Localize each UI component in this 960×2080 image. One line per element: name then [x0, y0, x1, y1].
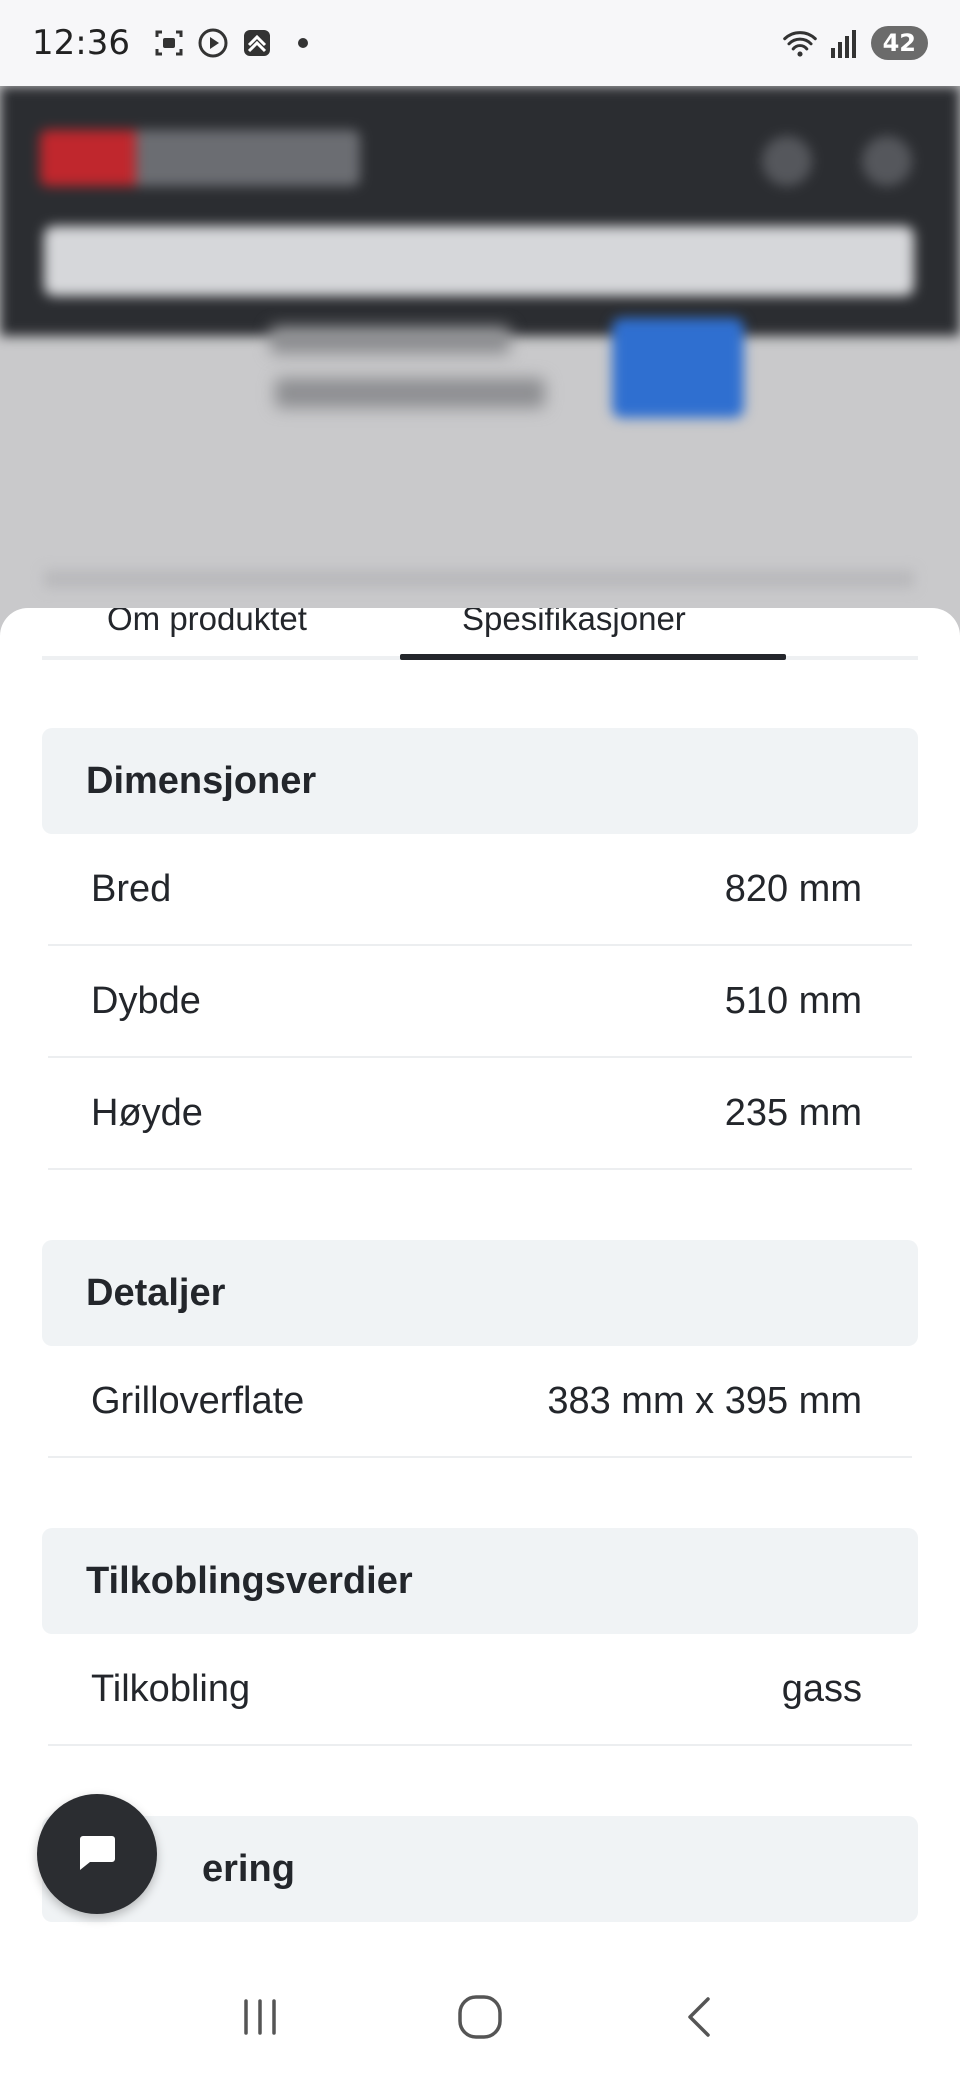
spec-label: Høyde	[91, 1091, 203, 1134]
background-text	[275, 378, 545, 408]
media-icon	[196, 26, 230, 60]
background-button	[612, 318, 744, 418]
wifi-icon	[782, 26, 817, 60]
screenshot-icon	[152, 26, 186, 60]
section-header-detaljer[interactable]: Detaljer	[42, 1240, 918, 1346]
store-logo	[40, 130, 360, 186]
product-tabs: Om produktet Spesifikasjoner	[42, 608, 918, 664]
section-header-partial[interactable]: ering	[42, 1816, 918, 1922]
chat-bubble-icon	[73, 1828, 121, 1881]
battery-indicator: 42	[870, 26, 928, 60]
system-nav-bar	[0, 1953, 960, 2080]
signal-icon	[827, 26, 861, 60]
notification-dot	[297, 38, 308, 48]
spec-value: gass	[781, 1667, 862, 1710]
status-time: 12:36	[32, 23, 130, 63]
status-bar: 12:36 42	[0, 0, 960, 86]
home-icon[interactable]	[440, 1977, 520, 2057]
spec-row: Grilloverflate 383 mm x 395 mm	[48, 1346, 912, 1458]
spec-row: Tilkobling gass	[48, 1634, 912, 1746]
spec-label: Dybde	[91, 979, 201, 1022]
background-text	[270, 326, 510, 354]
app-icon	[240, 26, 274, 60]
spec-row: Høyde 235 mm	[48, 1058, 912, 1170]
background-page	[0, 86, 960, 646]
spec-row: Bred 820 mm	[48, 834, 912, 946]
spec-value: 820 mm	[724, 867, 862, 910]
spec-value: 383 mm x 395 mm	[547, 1379, 862, 1422]
spec-value: 510 mm	[724, 979, 862, 1022]
tab-active-indicator	[400, 654, 786, 660]
background-divider	[44, 570, 914, 588]
background-menu-icon	[862, 136, 912, 186]
spec-label: Bred	[91, 867, 172, 910]
section-header-dimensjoner[interactable]: Dimensjoner	[42, 728, 918, 834]
tab-om-produktet[interactable]: Om produktet	[107, 608, 307, 638]
tab-spesifikasjoner[interactable]: Spesifikasjoner	[462, 608, 686, 638]
spec-value: 235 mm	[724, 1091, 862, 1134]
background-search-bar	[44, 226, 914, 296]
spec-label: Grilloverflate	[91, 1379, 305, 1422]
chat-button[interactable]	[37, 1794, 157, 1914]
background-search-icon	[762, 136, 812, 186]
product-info-sheet: Om produktet Spesifikasjoner Dimensjoner…	[0, 608, 960, 1953]
background-header	[0, 86, 960, 336]
status-icons-left	[152, 26, 308, 60]
status-icons-right: 42	[782, 26, 928, 60]
spec-row: Dybde 510 mm	[48, 946, 912, 1058]
section-header-tilkoblingsverdier[interactable]: Tilkoblingsverdier	[42, 1528, 918, 1634]
back-icon[interactable]	[660, 1977, 740, 2057]
spec-label: Tilkobling	[91, 1667, 251, 1710]
recents-icon[interactable]	[220, 1977, 300, 2057]
